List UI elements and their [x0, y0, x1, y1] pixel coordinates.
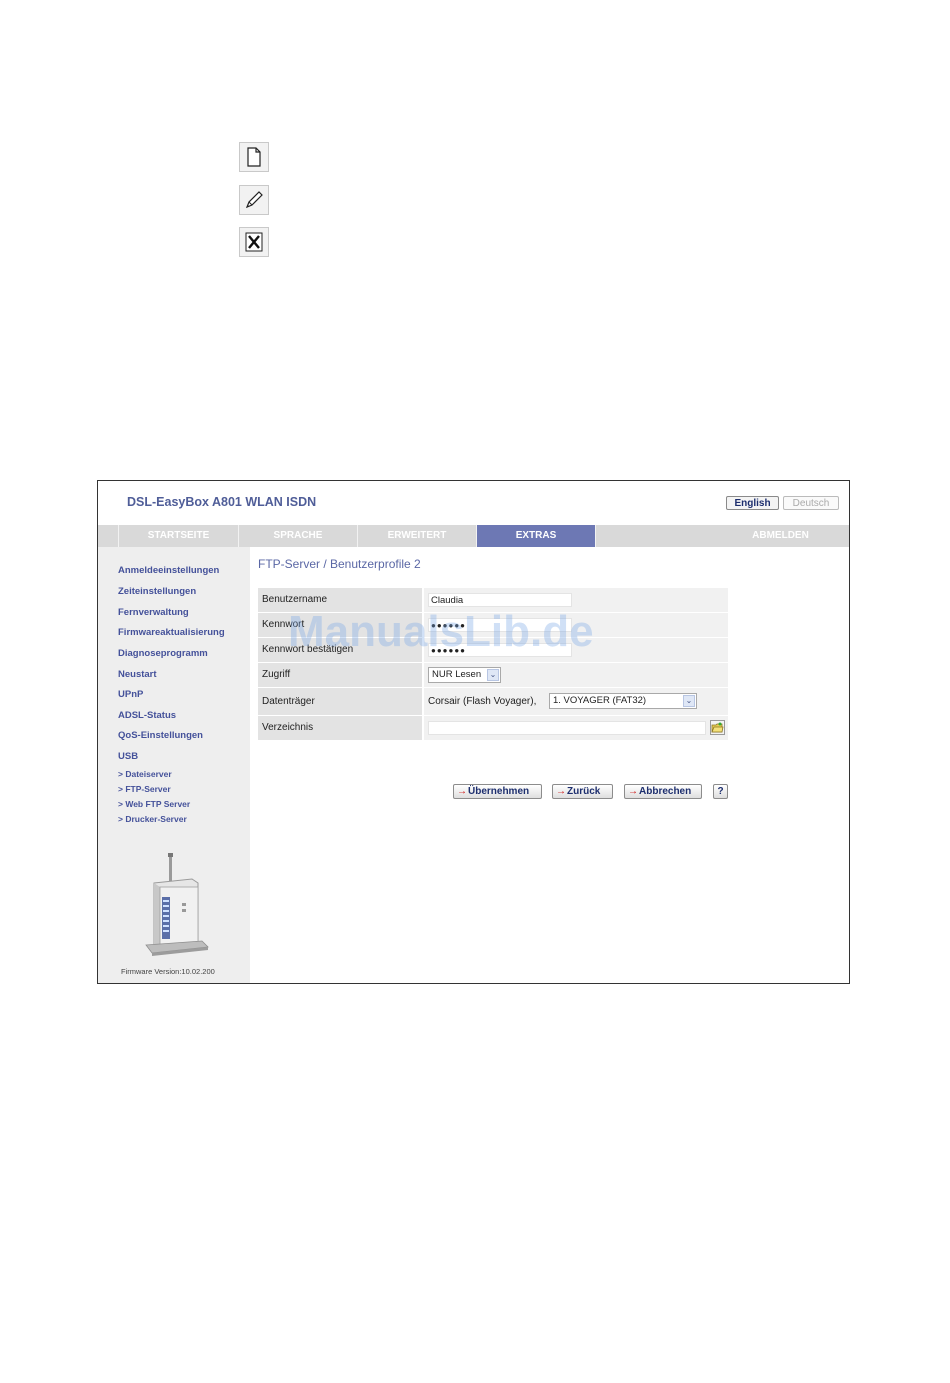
directory-input[interactable]: [428, 721, 706, 735]
password-input[interactable]: ●●●●●●: [428, 618, 572, 632]
main-nav: STARTSEITE SPRACHE ERWEITERT EXTRAS ABME…: [98, 525, 849, 547]
chevron-down-icon: ⌄: [683, 695, 695, 707]
app-title: DSL-EasyBox A801 WLAN ISDN: [127, 495, 317, 509]
back-button[interactable]: → Zurück: [552, 784, 613, 799]
sidebar-item-qos-einstellungen[interactable]: QoS-Einstellungen: [118, 730, 203, 741]
header: DSL-EasyBox A801 WLAN ISDN English Deuts…: [98, 481, 849, 525]
sidebar-item-adsl-status[interactable]: ADSL-Status: [118, 710, 176, 721]
form-row-password: Kennwort ●●●●●●: [258, 613, 728, 637]
username-label: Benutzername: [258, 588, 422, 612]
tab-erweitert[interactable]: ERWEITERT: [357, 525, 476, 547]
apply-button-label: Übernehmen: [468, 786, 530, 797]
media-partition-value: 1. VOYAGER (FAT32): [553, 695, 647, 706]
sidebar-subitem-dateiserver[interactable]: > Dateiserver: [118, 769, 172, 779]
new-document-icon[interactable]: [239, 142, 269, 172]
password-confirm-label: Kennwort bestätigen: [258, 638, 422, 662]
password-confirm-input[interactable]: ●●●●●●: [428, 643, 572, 657]
apply-button[interactable]: → Übernehmen: [453, 784, 542, 799]
sidebar-item-upnp[interactable]: UPnP: [118, 689, 143, 700]
sidebar-subitem-drucker-server[interactable]: > Drucker-Server: [118, 814, 187, 824]
cancel-button[interactable]: → Abbrechen: [624, 784, 702, 799]
ftp-user-form: Benutzername Claudia Kennwort ●●●●●● Ken…: [258, 588, 728, 741]
directory-label: Verzeichnis: [258, 716, 422, 740]
router-ui-frame: DSL-EasyBox A801 WLAN ISDN English Deuts…: [97, 480, 850, 984]
tab-startseite[interactable]: STARTSEITE: [118, 525, 238, 547]
sidebar-item-fernverwaltung[interactable]: Fernverwaltung: [118, 607, 189, 618]
folder-browse-icon[interactable]: [710, 720, 725, 735]
password-label: Kennwort: [258, 613, 422, 637]
tab-sprache[interactable]: SPRACHE: [238, 525, 357, 547]
lang-deutsch-button[interactable]: Deutsch: [783, 496, 839, 510]
sidebar-item-firmwareaktualisierung[interactable]: Firmwareaktualisierung: [118, 627, 225, 638]
sidebar-subitem-web-ftp-server[interactable]: > Web FTP Server: [118, 799, 190, 809]
cancel-button-label: Abbrechen: [639, 786, 692, 797]
form-row-username: Benutzername Claudia: [258, 588, 728, 612]
username-input[interactable]: Claudia: [428, 593, 572, 607]
access-select[interactable]: NUR Lesen ⌄: [428, 667, 501, 683]
access-select-value: NUR Lesen: [432, 669, 482, 680]
lang-english-button[interactable]: English: [726, 496, 779, 510]
arrow-right-icon: →: [556, 786, 566, 797]
sidebar-subitem-ftp-server[interactable]: > FTP-Server: [118, 784, 171, 794]
form-row-media: Datenträger Corsair (Flash Voyager), 1. …: [258, 688, 728, 715]
page-title: FTP-Server / Benutzerprofile 2: [258, 557, 421, 571]
firmware-version: Firmware Version:10.02.200: [121, 967, 215, 976]
tab-abmelden[interactable]: ABMELDEN: [723, 525, 838, 547]
chevron-down-icon: ⌄: [487, 669, 499, 681]
help-button[interactable]: ?: [713, 784, 728, 799]
delete-x-icon[interactable]: [239, 227, 269, 257]
router-device-image: [145, 853, 209, 956]
sidebar-item-zeiteinstellungen[interactable]: Zeiteinstellungen: [118, 586, 196, 597]
tab-extras[interactable]: EXTRAS: [476, 525, 595, 547]
form-row-directory: Verzeichnis: [258, 716, 728, 740]
sidebar-item-neustart[interactable]: Neustart: [118, 669, 157, 680]
sidebar-item-usb[interactable]: USB: [118, 751, 138, 762]
media-device-text: Corsair (Flash Voyager),: [428, 696, 537, 707]
edit-pencil-icon[interactable]: [239, 185, 269, 215]
sidebar-item-diagnoseprogramm[interactable]: Diagnoseprogramm: [118, 648, 208, 659]
media-label: Datenträger: [258, 688, 422, 715]
sidebar: Anmeldeeinstellungen Zeiteinstellungen F…: [98, 547, 250, 983]
sidebar-item-anmeldeeinstellungen[interactable]: Anmeldeeinstellungen: [118, 565, 219, 576]
media-partition-select[interactable]: 1. VOYAGER (FAT32) ⌄: [549, 693, 697, 709]
form-row-access: Zugriff NUR Lesen ⌄: [258, 663, 728, 687]
back-button-label: Zurück: [567, 786, 601, 797]
access-label: Zugriff: [258, 663, 422, 687]
arrow-right-icon: →: [457, 786, 467, 797]
form-row-password-confirm: Kennwort bestätigen ●●●●●●: [258, 638, 728, 662]
arrow-right-icon: →: [628, 786, 638, 797]
nav-divider: [595, 525, 596, 547]
